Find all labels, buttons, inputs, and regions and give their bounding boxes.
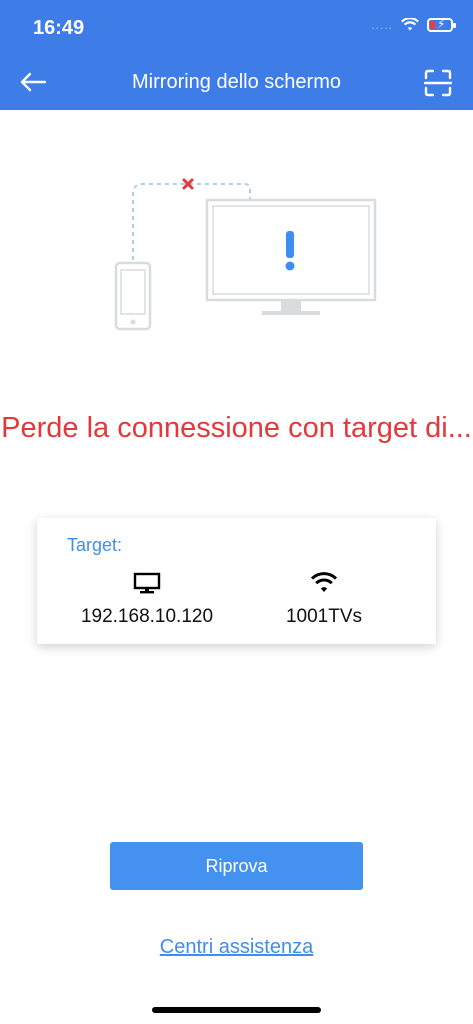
- scan-icon: [424, 69, 452, 97]
- target-label: Target:: [67, 535, 123, 555]
- wifi-icon: [310, 572, 338, 592]
- target-network: 1001TVs: [234, 568, 414, 628]
- home-indicator[interactable]: [152, 1007, 321, 1013]
- scan-button[interactable]: [421, 66, 455, 100]
- signal-icon: .....: [371, 18, 393, 32]
- status-icons: ..... ⚡: [371, 17, 456, 32]
- warning-exclamation-icon: [285, 231, 295, 271]
- battery-icon: ⚡: [427, 17, 456, 32]
- target-device: 192.168.10.120: [57, 568, 237, 628]
- top-app-bar: 16:49 ..... ⚡ Mirroring dello schermo: [0, 0, 473, 110]
- phone-icon: [114, 261, 152, 331]
- target-ip-address: 192.168.10.120: [80, 606, 214, 627]
- wifi-icon: [401, 18, 419, 31]
- monitor-icon: [133, 572, 161, 594]
- retry-button[interactable]: Riprova: [110, 842, 363, 890]
- connection-error-message: Perde la connessione con target di...: [1, 412, 472, 444]
- target-card: Target: 192.168.10.120 1001TVs: [37, 518, 436, 644]
- target-network-name: 1001TVs: [285, 606, 363, 627]
- status-time: 16:49: [33, 17, 85, 39]
- connection-lost-illustration: [114, 178, 377, 331]
- page-title: Mirroring dello schermo: [132, 71, 341, 93]
- help-center-link[interactable]: Centri assistenza: [0, 936, 473, 959]
